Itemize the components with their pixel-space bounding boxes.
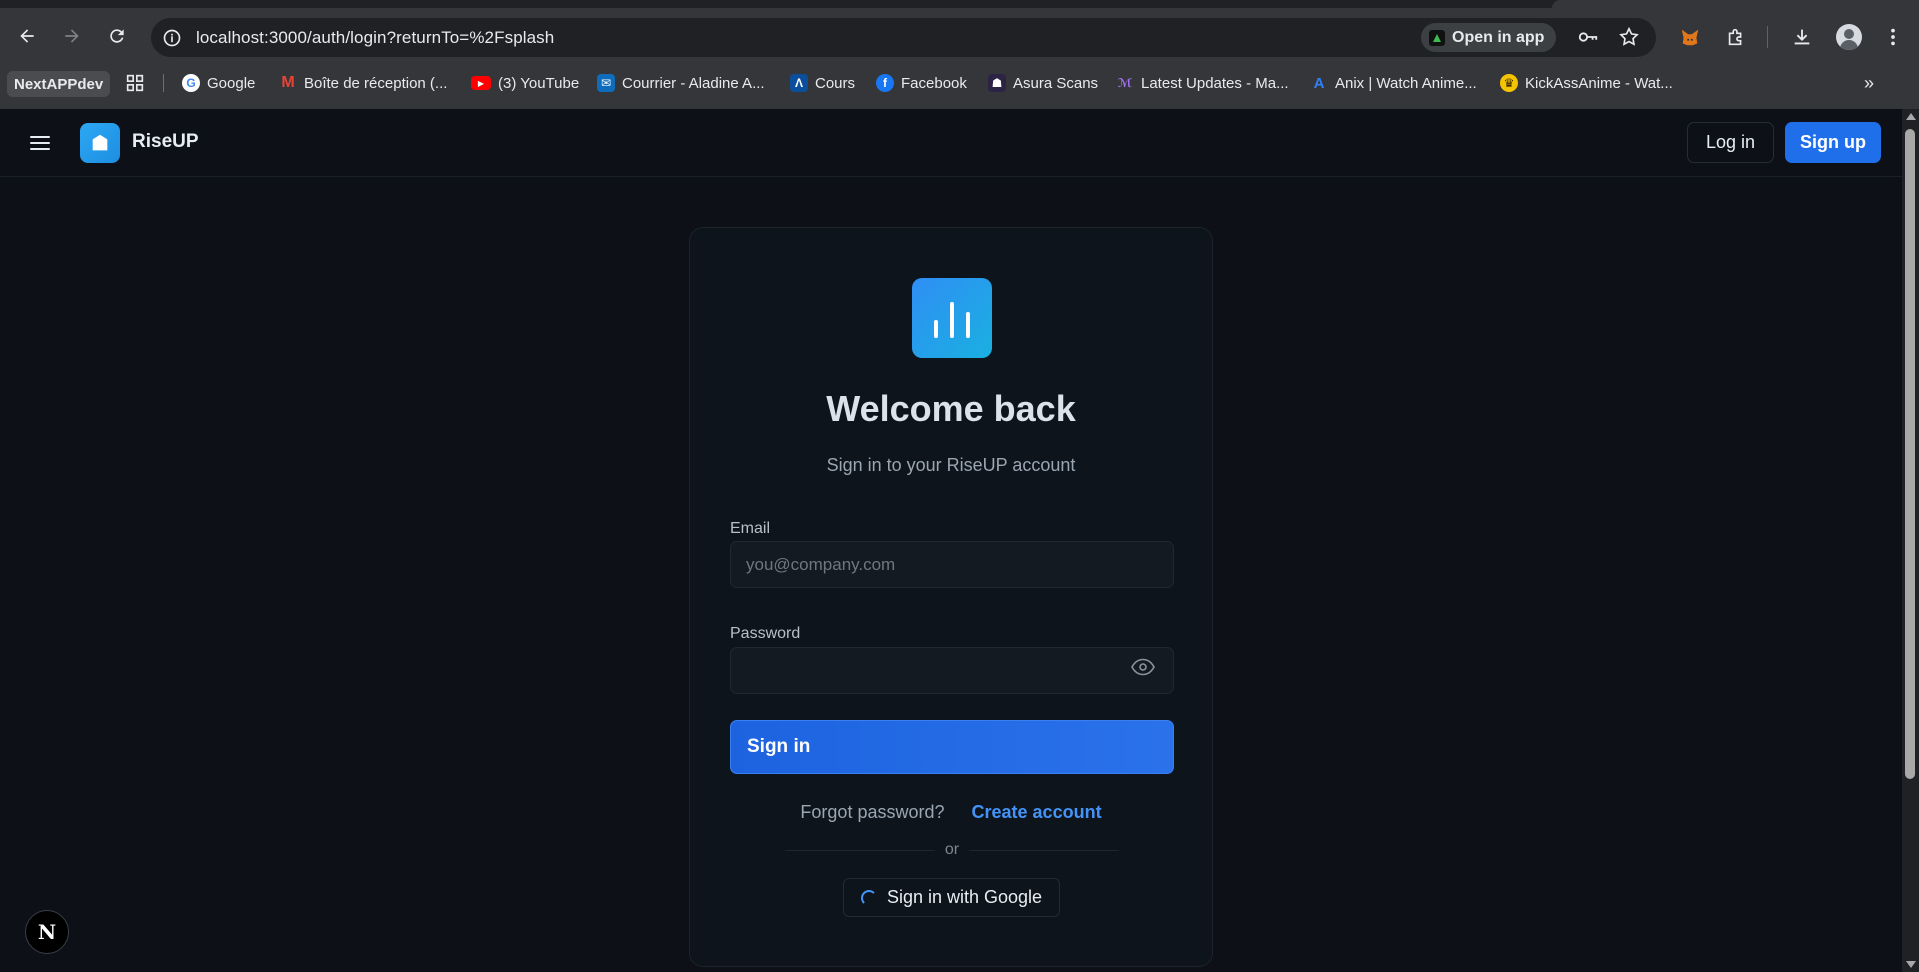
- bookmark-latest-updates[interactable]: ℳ Latest Updates - Ma...: [1116, 68, 1289, 98]
- url-text: localhost:3000/auth/login?returnTo=%2Fsp…: [196, 28, 555, 47]
- back-button[interactable]: [13, 22, 41, 50]
- tab-strip: [0, 0, 1919, 8]
- bookmark-star-button[interactable]: [1616, 24, 1642, 50]
- youtube-icon: ▶: [471, 76, 491, 90]
- scrollbar-thumb[interactable]: [1905, 129, 1915, 779]
- login-card: Welcome back Sign in to your RiseUP acco…: [689, 227, 1213, 967]
- bookmark-label: Anix | Watch Anime...: [1335, 74, 1477, 92]
- arrow-right-icon: [65, 29, 79, 43]
- bookmarks-overflow-button[interactable]: »: [1864, 68, 1874, 98]
- key-icon: [1578, 32, 1598, 42]
- bookmark-label: Facebook: [901, 74, 967, 92]
- bookmarks-bar: G Google M Boîte de réception (... ▶ (3)…: [0, 68, 1919, 98]
- login-button[interactable]: Log in: [1687, 122, 1774, 163]
- page-scrollbar[interactable]: [1902, 109, 1919, 972]
- reload-icon: [110, 29, 124, 43]
- download-icon: [1794, 29, 1810, 45]
- password-key-button[interactable]: [1575, 24, 1601, 50]
- google-sign-in-button[interactable]: Sign in with Google: [843, 878, 1060, 917]
- gmail-icon: M: [281, 74, 295, 91]
- app-header: RiseUP Log in Sign up: [0, 109, 1902, 177]
- divider: or: [785, 840, 1120, 860]
- profile-avatar[interactable]: [1836, 24, 1862, 50]
- menu-toggle-button[interactable]: [28, 132, 52, 154]
- nextjs-dev-badge[interactable]: N: [25, 910, 69, 954]
- forgot-password-link[interactable]: Forgot password?: [800, 802, 944, 822]
- bookmark-label: Asura Scans: [1013, 74, 1099, 92]
- bookmark-gmail[interactable]: M Boîte de réception (...: [279, 68, 447, 98]
- create-account-link[interactable]: Create account: [972, 802, 1102, 822]
- browser-menu-button[interactable]: [1880, 24, 1906, 50]
- chevron-double-right-icon: »: [1864, 72, 1875, 93]
- bookmark-anix[interactable]: A Anix | Watch Anime...: [1310, 68, 1477, 98]
- or-text: or: [944, 841, 960, 858]
- toolbar-divider: [1767, 26, 1768, 48]
- brand-name[interactable]: RiseUP: [132, 131, 199, 153]
- app-icon: [1429, 29, 1445, 46]
- forward-button[interactable]: [58, 22, 86, 50]
- chart-bars-icon: [912, 278, 992, 358]
- kickass-icon: ♛: [1500, 74, 1518, 92]
- browser-chrome: localhost:3000/auth/login?returnTo=%2Fsp…: [0, 0, 1919, 109]
- scroll-down-icon[interactable]: [1906, 961, 1916, 968]
- bookmark-google[interactable]: G Google: [182, 68, 255, 98]
- bookmark-label: Google: [207, 74, 256, 92]
- bookmark-label: KickAssAnime - Wat...: [1525, 74, 1673, 92]
- email-label: Email: [730, 520, 771, 537]
- puzzle-icon: [1728, 28, 1742, 46]
- page-subtitle: Sign in to your RiseUP account: [826, 455, 1076, 475]
- loading-spinner-icon: [860, 889, 877, 906]
- metamask-extension-button[interactable]: [1677, 24, 1703, 50]
- bookmark-label: Latest Updates - Ma...: [1141, 74, 1289, 92]
- bookmark-label: Courrier - Aladine A...: [622, 74, 765, 92]
- auth-links: Forgot password? Create account: [690, 802, 1212, 823]
- bookmark-asura-scans[interactable]: ☗ Asura Scans: [988, 68, 1098, 98]
- bookmark-label: Cours: [815, 74, 856, 92]
- anix-icon: A: [1313, 74, 1325, 92]
- email-field[interactable]: [730, 541, 1174, 588]
- extensions-button[interactable]: [1723, 24, 1749, 50]
- eye-icon[interactable]: [1131, 658, 1155, 676]
- bookmark-cours[interactable]: Λ Cours: [790, 68, 855, 98]
- fox-icon: [1681, 29, 1699, 46]
- outlook-icon: ✉: [597, 74, 615, 92]
- page: RiseUP Log in Sign up Welcome back Sign …: [0, 109, 1902, 972]
- sign-in-button[interactable]: Sign in: [730, 720, 1174, 774]
- page-title: Welcome back: [826, 388, 1076, 429]
- password-field[interactable]: [730, 647, 1174, 694]
- downloads-button[interactable]: [1789, 24, 1815, 50]
- open-in-app-button[interactable]: Open in app: [1421, 23, 1557, 52]
- google-sign-in-label: Sign in with Google: [886, 887, 1043, 907]
- signup-button[interactable]: Sign up: [1785, 122, 1881, 163]
- bookmark-facebook[interactable]: f Facebook: [876, 68, 967, 98]
- bookmark-outlook[interactable]: ✉ Courrier - Aladine A...: [597, 68, 765, 98]
- password-label: Password: [730, 625, 801, 642]
- manga-icon: ℳ: [1117, 76, 1133, 90]
- bookmark-youtube[interactable]: ▶ (3) YouTube: [471, 68, 579, 98]
- bookmark-kickassanime[interactable]: ♛ KickAssAnime - Wat...: [1500, 68, 1673, 98]
- star-icon: [1619, 26, 1639, 46]
- bookmark-label: (3) YouTube: [498, 74, 580, 92]
- facebook-icon: f: [876, 74, 894, 92]
- asura-icon: ☗: [988, 74, 1006, 92]
- more-vertical-icon: [1891, 28, 1895, 46]
- site-info-icon[interactable]: [162, 28, 182, 48]
- open-in-app-label: Open in app: [1452, 28, 1545, 46]
- arrow-left-icon: [20, 29, 34, 43]
- google-icon: G: [182, 74, 200, 92]
- scroll-up-icon[interactable]: [1906, 113, 1916, 120]
- reload-button[interactable]: [103, 22, 131, 50]
- cours-icon: Λ: [790, 74, 808, 92]
- brand-logo-icon[interactable]: [80, 123, 120, 163]
- bookmark-label: Boîte de réception (...: [304, 74, 448, 92]
